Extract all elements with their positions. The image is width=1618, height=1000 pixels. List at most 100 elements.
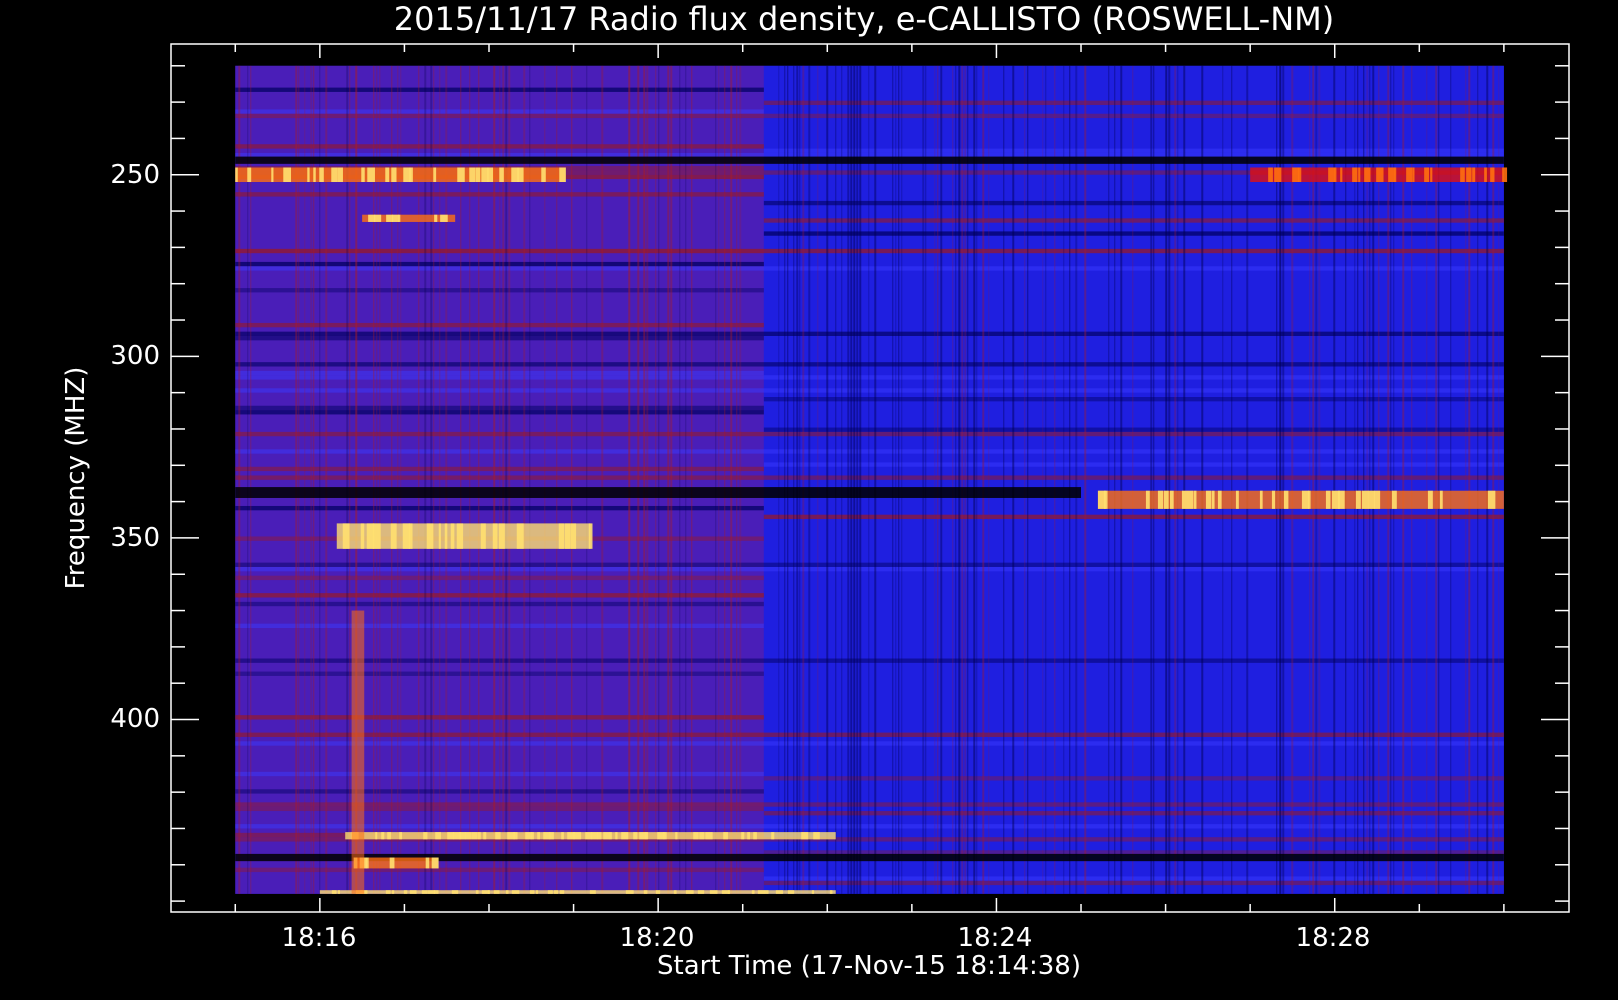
emission-band-10-hotspot [331,890,337,894]
time-column [1465,65,1467,894]
time-column [1390,65,1392,894]
time-column [1492,65,1495,894]
time-column [1357,65,1359,894]
time-column [1438,65,1440,894]
x-axis-label: Start Time (17-Nov-15 18:14:38) [657,951,1081,981]
emission-band-7-hotspot [483,832,487,840]
emission-band-2-hotspot [1484,167,1487,183]
time-column [1282,65,1285,894]
x-tick-label-18-24: 18:24 [958,923,1033,953]
time-column [1372,65,1375,894]
time-column [1450,65,1452,894]
time-column [1378,65,1380,894]
time-column [898,65,900,894]
emission-band-1-hotspot [469,167,476,183]
time-column [1366,65,1369,894]
emission-band-1-hotspot [283,167,292,183]
emission-band-1-hotspot [517,167,524,183]
emission-band-5-hotspot [1271,490,1276,509]
emission-band-3-hotspot [398,214,401,222]
emission-band-10-hotspot [511,890,520,894]
emission-band-2-hotspot [1364,167,1371,183]
emission-band-7-hotspot [477,832,481,840]
emission-band-10-hotspot [391,890,395,894]
time-column [529,65,531,894]
emission-band-7-hotspot [645,832,649,840]
emission-band-6-hotspot [444,523,448,549]
spectrogram-figure: 2015/11/17 Radio flux density, e-CALLIST… [61,0,1570,981]
time-column [1177,65,1179,894]
emission-band-10-hotspot [403,890,408,894]
emission-band-7-hotspot [585,832,593,840]
time-column [853,65,856,894]
emission-band-7-hotspot [621,832,629,840]
emission-band-10-hotspot [757,890,765,894]
time-column [940,65,943,894]
emission-band-7-hotspot [375,832,378,840]
time-column [724,65,726,894]
emission-band-2-hotspot [1352,167,1358,183]
time-column [739,65,742,894]
time-column [667,65,670,894]
emission-band-6-hotspot [438,523,441,549]
emission-band-6-hotspot [342,523,350,549]
emission-band-10-hotspot [787,890,795,894]
emission-band-7-hotspot [675,832,678,840]
time-column [1333,65,1336,894]
emission-band-1-hotspot [319,167,324,183]
time-column [1024,65,1026,894]
emission-band-2-hotspot [1274,167,1282,183]
time-column [685,65,687,894]
emission-band-6-hotspot [372,523,381,549]
emission-band-2-hotspot [1466,167,1472,183]
time-column [787,65,789,894]
emission-band-7-hotspot [615,832,618,840]
emission-band-2-hotspot [1268,167,1273,183]
emission-band-10-hotspot [625,890,634,894]
emission-band-1-hotspot [499,167,504,183]
y-tick-label-350: 350 [110,523,160,553]
time-column [955,65,957,894]
time-column [1318,65,1321,894]
time-column [952,65,954,894]
y-tick-label-400: 400 [110,704,160,734]
time-column [1174,65,1177,894]
time-column [964,65,967,894]
emission-band-7-hotspot [693,832,699,840]
emission-band-2-hotspot [1340,167,1343,183]
time-column [1498,65,1500,894]
emission-band-7-hotspot [531,832,534,840]
time-column [478,65,480,894]
emission-band-10-hotspot [709,890,718,894]
time-column [1063,65,1065,894]
time-column [778,65,780,894]
emission-band-2-hotspot [1490,167,1495,183]
emission-band-2-hotspot [1334,167,1337,183]
emission-band-3-hotspot [392,214,399,222]
emission-band-7-hotspot [741,832,745,840]
time-column [400,65,402,894]
emission-band-1-hotspot [487,167,494,183]
time-column [796,65,799,894]
emission-band-9-hotspot [365,857,369,869]
emission-band-1-hotspot [361,167,365,183]
time-column [310,65,313,894]
time-column [691,65,693,894]
emission-band-10-hotspot [829,890,833,894]
burst-column-0 [351,610,365,894]
time-column [967,65,969,894]
emission-band-9-hotspot [389,857,395,869]
x-tick-label-18-28: 18:28 [1296,923,1371,953]
emission-band-2-hotspot [1358,167,1361,183]
emission-band-2-hotspot [1406,167,1413,183]
emission-band-1-hotspot [457,167,465,183]
emission-band-6-hotspot [456,523,464,549]
time-column [988,65,990,894]
time-column [982,65,985,894]
emission-band-6-hotspot [480,523,486,549]
emission-band-5-hotspot [1181,490,1189,509]
emission-band-1-hotspot [409,167,413,183]
emission-band-5-hotspot [1361,490,1369,509]
emission-band-10-hotspot [685,890,694,894]
emission-band-2-hotspot [1292,167,1300,183]
